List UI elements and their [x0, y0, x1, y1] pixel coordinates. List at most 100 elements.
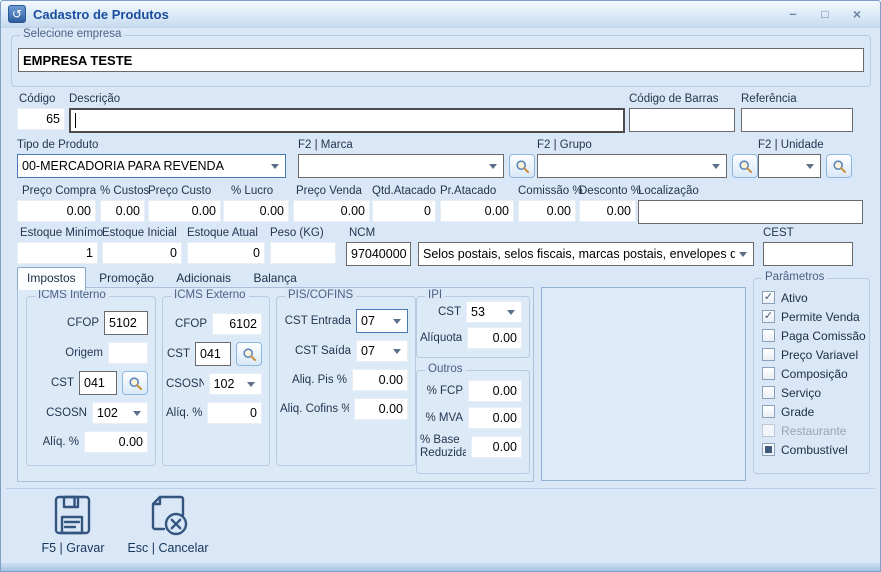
icms-externo-csosn-select[interactable]: 102 [209, 373, 262, 395]
grupo-select[interactable] [537, 154, 727, 178]
estoque-inicial-label: Estoque Inicial [102, 227, 182, 241]
icms-externo-cst-search-button[interactable] [236, 342, 262, 366]
icms-externo-aliq-label: Alíq. % [166, 407, 202, 419]
checkbox-composicao[interactable]: Composição [762, 367, 869, 380]
checkbox-label: Serviço [781, 386, 821, 400]
ipi-group: IPI CST 53 Alíquota 0.00 [416, 296, 530, 358]
empresa-input[interactable]: EMPRESA TESTE [18, 48, 864, 72]
checkbox-grade[interactable]: Grade [762, 405, 869, 418]
close-icon[interactable]: × [846, 5, 868, 23]
icms-interno-group-label: ICMS Interno [35, 289, 109, 301]
desconto-input[interactable]: 0.00 [579, 200, 636, 222]
estoque-minimo-input[interactable]: 1 [17, 242, 98, 264]
estoque-minimo-label: Estoque Minímo [17, 227, 103, 241]
descricao-input[interactable] [69, 108, 625, 133]
ncm-label: NCM [346, 227, 411, 241]
peso-input[interactable] [270, 242, 336, 264]
checkbox-label: Preço Variavel [781, 348, 858, 362]
icms-interno-cst-label: CST [51, 377, 74, 389]
tab-adicionais[interactable]: Adicionais [167, 268, 240, 288]
checkbox-preco-variavel[interactable]: Preço Variavel [762, 348, 869, 361]
checkbox-checked-icon [762, 310, 775, 323]
ncm-input[interactable]: 97040000 [346, 242, 411, 266]
aliq-pis-input[interactable]: 0.00 [352, 369, 408, 391]
preco-custo-input[interactable]: 0.00 [148, 200, 221, 222]
base-reduzida-input[interactable]: 0.00 [471, 436, 522, 458]
app-icon[interactable]: ↺ [8, 5, 26, 23]
chevron-down-icon [712, 164, 720, 169]
document-cancel-icon [145, 493, 191, 537]
icms-interno-cfop-input[interactable]: 5102 [104, 311, 148, 335]
marca-label: F2 | Marca [298, 139, 535, 153]
icms-interno-origem-input[interactable] [108, 342, 148, 364]
parametros-group-label: Parâmetros [762, 271, 827, 283]
icms-interno-cst-input[interactable]: 041 [79, 371, 117, 395]
marca-search-button[interactable] [509, 154, 535, 178]
icms-interno-aliq-input[interactable]: 0.00 [84, 431, 148, 453]
chevron-down-icon [247, 382, 255, 387]
tab-balanca[interactable]: Balança [244, 268, 305, 288]
outros-group: Outros % FCP 0.00 % MVA 0.00 % Base Redu… [416, 370, 530, 474]
cest-input[interactable] [763, 242, 853, 266]
cancel-button[interactable]: Esc | Cancelar [113, 493, 223, 555]
tipo-produto-value: 00-MERCADORIA PARA REVENDA [22, 159, 224, 173]
localizacao-input[interactable] [638, 200, 863, 224]
window-bottom-edge [1, 563, 880, 571]
estoque-inicial-input[interactable]: 0 [102, 242, 182, 264]
marca-select[interactable] [298, 154, 504, 178]
product-registration-window: ↺ Cadastro de Produtos – □ × Selecione e… [0, 0, 881, 572]
tipo-produto-select[interactable]: 00-MERCADORIA PARA REVENDA [17, 154, 286, 178]
checkbox-permite-venda[interactable]: Permite Venda [762, 310, 869, 323]
checkbox-paga-comissao[interactable]: Paga Comissão [762, 329, 869, 342]
save-button[interactable]: F5 | Gravar [25, 493, 121, 555]
ipi-aliquota-input[interactable]: 0.00 [467, 327, 522, 349]
icms-interno-csosn-select[interactable]: 102 [92, 402, 148, 424]
unidade-search-button[interactable] [826, 154, 852, 178]
icms-interno-cst-search-button[interactable] [122, 371, 148, 395]
tab-promocao[interactable]: Promoção [90, 268, 163, 288]
cst-entrada-select[interactable]: 07 [356, 309, 408, 333]
fcp-input[interactable]: 0.00 [468, 380, 522, 402]
minimize-icon[interactable]: – [782, 5, 804, 23]
custos-input[interactable]: 0.00 [100, 200, 145, 222]
icms-externo-aliq-input[interactable]: 0 [207, 402, 262, 424]
checkbox-servico[interactable]: Serviço [762, 386, 869, 399]
ipi-cst-select[interactable]: 53 [466, 301, 522, 323]
chevron-down-icon [507, 310, 515, 315]
mva-input[interactable]: 0.00 [468, 407, 522, 429]
referencia-input[interactable] [741, 108, 853, 132]
unidade-label: F2 | Unidade [758, 139, 852, 153]
qtd-atacado-label: Qtd.Atacado [372, 185, 436, 199]
icms-externo-cst-input[interactable]: 041 [195, 342, 231, 366]
tab-impostos[interactable]: Impostos [17, 267, 86, 290]
custos-label: % Custos [100, 185, 149, 199]
codigo-barras-input[interactable] [629, 108, 735, 132]
icms-externo-cfop-input[interactable]: 6102 [212, 313, 262, 335]
aliq-cofins-input[interactable]: 0.00 [354, 398, 408, 420]
search-icon [242, 347, 257, 362]
tipo-produto-label: Tipo de Produto [17, 139, 286, 153]
codigo-input[interactable]: 65 [17, 108, 65, 130]
icms-externo-cst-label: CST [167, 348, 190, 360]
comissao-input[interactable]: 0.00 [518, 200, 576, 222]
grupo-search-button[interactable] [732, 154, 758, 178]
checkbox-unchecked-icon [762, 367, 775, 380]
preco-compra-input[interactable]: 0.00 [17, 200, 96, 222]
ncm-descricao-select[interactable]: Selos postais, selos fiscais, marcas pos… [418, 242, 754, 266]
checkbox-combustivel[interactable]: Combustível [762, 443, 869, 456]
search-icon [832, 159, 847, 174]
preco-venda-input[interactable]: 0.00 [293, 200, 370, 222]
qtd-atacado-input[interactable]: 0 [372, 200, 436, 222]
lucro-input[interactable]: 0.00 [223, 200, 289, 222]
pr-atacado-input[interactable]: 0.00 [440, 200, 514, 222]
estoque-atual-input[interactable]: 0 [187, 242, 265, 264]
icms-interno-aliq-label: Alíq. % [43, 436, 79, 448]
ipi-aliquota-label: Alíquota [420, 332, 462, 344]
cst-saida-select[interactable]: 07 [356, 340, 408, 362]
desconto-label: Desconto % [579, 185, 641, 199]
tab-page-impostos: ICMS Interno CFOP 5102 Origem CST 041 [17, 287, 534, 482]
icms-externo-csosn-label: CSOSN [166, 378, 204, 390]
maximize-icon[interactable]: □ [814, 5, 836, 23]
unidade-select[interactable] [758, 154, 821, 178]
checkbox-ativo[interactable]: Ativo [762, 291, 869, 304]
